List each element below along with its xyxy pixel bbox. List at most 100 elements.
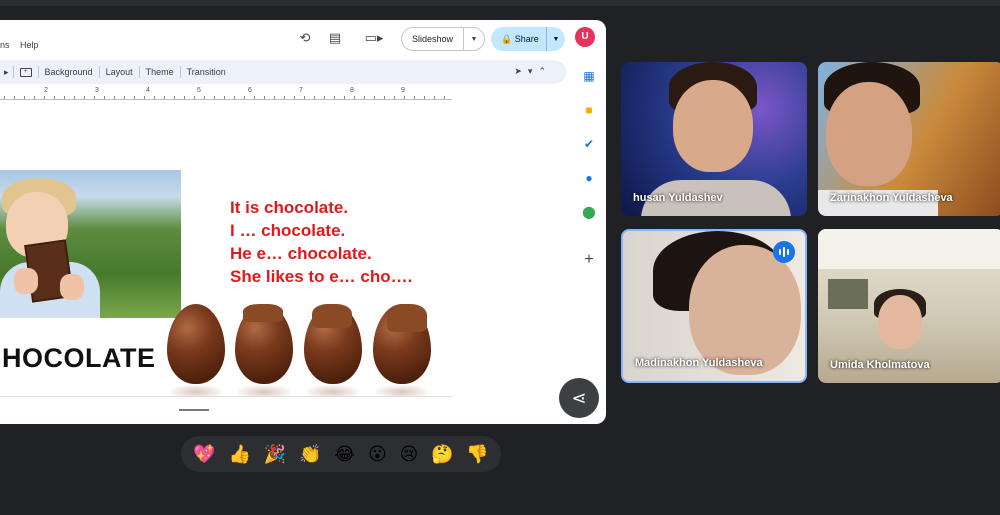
ruler-tick: [54, 96, 55, 99]
background-button[interactable]: Background: [39, 67, 99, 77]
participant-name: Madinakhon Yuldasheva: [635, 357, 763, 369]
ruler-tick: [144, 96, 145, 99]
reactions-bar: 💖 👍 🎉 👏 😂 😮 😢 🤔 👎: [181, 436, 501, 472]
ruler-tick: [364, 96, 365, 99]
reaction-thumbs-down[interactable]: 👎: [466, 436, 488, 472]
reaction-party[interactable]: 🎉: [264, 436, 286, 472]
divider: [12, 66, 14, 78]
egg-reflection: [170, 385, 222, 396]
ruler-tick: [244, 96, 245, 99]
cursor-icon[interactable]: ➤▾⌃: [514, 66, 552, 77]
slideshow-label[interactable]: Slideshow: [402, 28, 464, 50]
menu-item-tools[interactable]: ns: [0, 40, 10, 50]
contacts-icon[interactable]: ●: [578, 168, 600, 188]
ruler-number: 8: [350, 87, 354, 94]
chocolate-egg: [304, 304, 362, 384]
share-button[interactable]: 🔒 Share ▼: [491, 27, 565, 51]
maps-icon[interactable]: ⬤: [578, 202, 600, 222]
photo-hand: [14, 268, 38, 294]
camera-icon[interactable]: ▭▸: [360, 29, 388, 47]
ruler-tick: [424, 96, 425, 99]
ruler-number: 4: [146, 87, 150, 94]
toolbar: ▸ + Background Layout Theme Transition ➤…: [0, 60, 566, 84]
reaction-sad[interactable]: 😢: [399, 436, 418, 472]
ruler-tick: [174, 96, 175, 99]
keep-icon[interactable]: ■: [578, 100, 600, 120]
ruler-tick: [14, 96, 15, 99]
ruler-tick: [354, 96, 355, 99]
ruler-tick: [34, 96, 35, 99]
slide-canvas[interactable]: HOCOLATE It is chocolate. I … chocolate.…: [0, 111, 452, 397]
theme-button[interactable]: Theme: [140, 67, 180, 77]
participant-tile[interactable]: Zarinakhon Yuldasheva: [818, 62, 1000, 216]
ruler-tick: [24, 96, 25, 99]
chocolate-egg: [373, 304, 431, 384]
ruler-number: 7: [299, 87, 303, 94]
reaction-surprised[interactable]: 😮: [368, 436, 387, 472]
ruler-tick: [214, 96, 215, 99]
tasks-icon[interactable]: ✔: [578, 134, 600, 154]
new-slide-icon[interactable]: +: [19, 67, 32, 77]
ruler-tick: [184, 96, 185, 99]
egg-reflection: [376, 385, 428, 396]
presentation-panel: ns Help ⟲ ▤ ▭▸ Slideshow ▼ 🔒 Share ▼ U ▸…: [0, 20, 606, 424]
layout-button[interactable]: Layout: [100, 67, 139, 77]
ruler: 2 3 4 5 6 7 8 9: [0, 87, 452, 100]
ruler-tick: [124, 96, 125, 99]
egg-reflection: [238, 385, 290, 396]
participant-face: [689, 245, 801, 375]
transition-button[interactable]: Transition: [181, 67, 232, 77]
ruler-tick: [224, 96, 225, 99]
ruler-number: 5: [197, 87, 201, 94]
share-icon[interactable]: ⋖: [559, 378, 599, 418]
ruler-tick: [94, 96, 95, 99]
ruler-tick: [254, 96, 255, 99]
reaction-thinking[interactable]: 🤔: [431, 436, 453, 472]
ruler-tick: [84, 96, 85, 99]
ruler-tick: [294, 96, 295, 99]
reaction-laugh[interactable]: 😂: [334, 436, 355, 472]
classroom-board: [828, 279, 868, 309]
ruler-tick: [134, 96, 135, 99]
slide-line: I … chocolate.: [230, 221, 346, 240]
slide-title-word: HOCOLATE: [2, 343, 156, 373]
ruler-tick: [74, 96, 75, 99]
history-icon[interactable]: ⟲: [296, 29, 314, 47]
slide-line: He e… chocolate.: [230, 244, 372, 263]
ruler-tick: [274, 96, 275, 99]
comment-icon[interactable]: ▤: [326, 29, 344, 47]
reaction-thumbs-up[interactable]: 👍: [229, 436, 251, 472]
ruler-tick: [444, 96, 445, 99]
ruler-tick: [404, 96, 405, 99]
ruler-number: 9: [401, 87, 405, 94]
ruler-tick: [114, 96, 115, 99]
reaction-heart[interactable]: 💖: [193, 436, 215, 472]
ruler-tick: [194, 96, 195, 99]
egg-bite: [243, 304, 283, 322]
filmstrip-handle[interactable]: [179, 409, 209, 411]
calendar-icon[interactable]: ▦: [578, 66, 600, 86]
speaking-indicator-icon: [773, 241, 795, 263]
avatar[interactable]: U: [575, 27, 595, 47]
egg-bite: [387, 304, 427, 332]
participant-tile[interactable]: husan Yuldashev: [621, 62, 807, 216]
participant-tile[interactable]: Umida Kholmatova: [818, 229, 1000, 383]
chevron-down-icon[interactable]: ▼: [547, 36, 565, 43]
participant-face: [673, 80, 753, 172]
slide-line: It is chocolate.: [230, 198, 349, 217]
reaction-clap[interactable]: 👏: [299, 436, 321, 472]
chevron-down-icon[interactable]: ▼: [464, 36, 484, 43]
ruler-tick: [104, 96, 105, 99]
share-label[interactable]: 🔒 Share: [491, 27, 547, 51]
participant-face: [826, 82, 912, 186]
slideshow-button[interactable]: Slideshow ▼: [401, 27, 485, 51]
participant-tile-active[interactable]: Madinakhon Yuldasheva: [621, 229, 807, 383]
ruler-number: 3: [95, 87, 99, 94]
participant-name: Zarinakhon Yuldasheva: [830, 192, 953, 204]
plus-icon[interactable]: +: [578, 250, 600, 270]
menu-bar: ns Help: [0, 40, 47, 50]
menu-item-help[interactable]: Help: [20, 40, 39, 50]
ruler-tick: [384, 96, 385, 99]
participant-name: husan Yuldashev: [633, 192, 723, 204]
ruler-tick: [344, 96, 345, 99]
